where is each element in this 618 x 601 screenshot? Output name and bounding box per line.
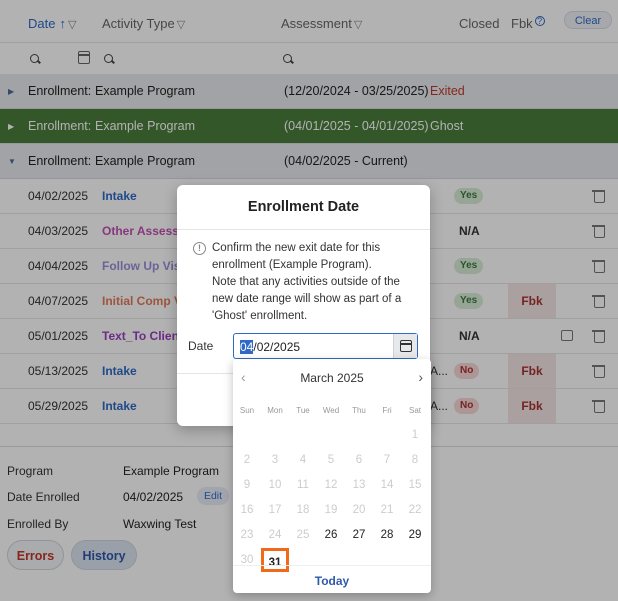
calendar-toggle-button[interactable] [393, 334, 417, 358]
weekday-header: Mon [267, 406, 283, 415]
dialog-title: Enrollment Date [247, 199, 360, 215]
calendar-day[interactable]: 17 [261, 498, 289, 522]
calendar-day[interactable]: 8 [401, 448, 429, 472]
weekday-header: Fri [382, 406, 392, 415]
message-line: 'Ghost' enrollment. [212, 310, 308, 322]
divider [177, 229, 430, 230]
calendar-icon [400, 340, 412, 352]
date-field-value[interactable]: 04/02/2025 [240, 340, 300, 354]
date-field-selected-segment: 04 [240, 340, 254, 354]
message-line: Confirm the new exit date for this [212, 242, 381, 254]
calendar-day[interactable]: 4 [289, 448, 317, 472]
calendar-day[interactable]: 12 [317, 473, 345, 497]
calendar-day[interactable]: 25 [289, 523, 317, 547]
calendar-day[interactable]: 3 [261, 448, 289, 472]
calendar-day[interactable]: 10 [261, 473, 289, 497]
message-line: new date range will show as part of a [212, 293, 402, 305]
calendar-day[interactable]: 24 [261, 523, 289, 547]
calendar-month-title: March 2025 [300, 371, 364, 385]
calendar-day-selected[interactable]: 31 [261, 548, 289, 572]
weekday-header: Thu [352, 406, 366, 415]
chevron-right-icon[interactable]: › [418, 369, 423, 385]
dialog-message: Confirm the new exit date for this enrol… [212, 240, 422, 325]
calendar-day[interactable]: 14 [373, 473, 401, 497]
info-icon: ! [193, 242, 206, 255]
date-field-rest: /02/2025 [253, 340, 301, 354]
calendar-day[interactable]: 1 [401, 423, 429, 447]
calendar-day[interactable]: 21 [373, 498, 401, 522]
calendar-day[interactable]: 6 [345, 448, 373, 472]
weekday-header: Sun [239, 406, 255, 415]
calendar-day[interactable]: 11 [289, 473, 317, 497]
today-button[interactable]: Today [233, 574, 431, 588]
calendar-day[interactable]: 7 [373, 448, 401, 472]
calendar-day[interactable]: 9 [233, 473, 261, 497]
date-label: Date [188, 339, 214, 353]
calendar-day[interactable]: 26 [317, 523, 345, 547]
weekday-header: Tue [296, 406, 310, 415]
calendar-day[interactable]: 28 [373, 523, 401, 547]
message-line: Note that any activities outside of the [212, 276, 400, 288]
weekday-header: Sat [408, 406, 421, 415]
date-picker-popup: ‹ March 2025 › Sun Mon Tue Wed Thu Fri Sat 1 2 3 4… [233, 359, 431, 593]
calendar-day[interactable]: 5 [317, 448, 345, 472]
calendar-day[interactable]: 22 [401, 498, 429, 522]
calendar-day[interactable]: 16 [233, 498, 261, 522]
calendar-day[interactable]: 20 [345, 498, 373, 522]
calendar-day[interactable]: 23 [233, 523, 261, 547]
calendar-day[interactable]: 15 [401, 473, 429, 497]
message-line: enrollment (Example Program). [212, 259, 372, 271]
calendar-day[interactable]: 2 [233, 448, 261, 472]
divider [233, 565, 431, 566]
calendar-day[interactable]: 19 [317, 498, 345, 522]
calendar-day[interactable]: 18 [289, 498, 317, 522]
calendar-day[interactable]: 30 [233, 548, 261, 572]
date-field[interactable]: 04/02/2025 [233, 333, 418, 359]
weekday-header: Wed [322, 406, 340, 415]
calendar-day[interactable]: 27 [345, 523, 373, 547]
calendar-day[interactable]: 29 [401, 523, 429, 547]
calendar-day[interactable]: 13 [345, 473, 373, 497]
